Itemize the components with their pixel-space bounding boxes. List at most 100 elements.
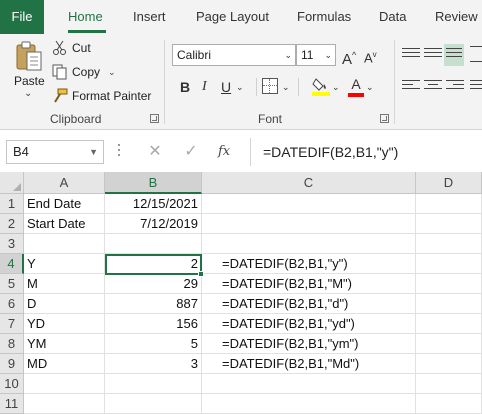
cell-a3[interactable] bbox=[24, 234, 105, 254]
tab-formulas[interactable]: Formulas bbox=[297, 0, 351, 34]
select-all-button[interactable] bbox=[0, 172, 24, 194]
increase-font-size-button[interactable]: A^ bbox=[342, 44, 356, 68]
underline-dropdown-icon[interactable]: ⌄ bbox=[236, 76, 244, 98]
indent-icon[interactable] bbox=[470, 80, 482, 96]
font-color-dropdown-icon[interactable]: ⌄ bbox=[366, 76, 374, 98]
cell-d3[interactable] bbox=[416, 234, 482, 254]
bold-button[interactable]: B bbox=[180, 76, 190, 98]
paste-dropdown-icon[interactable]: ⌄ bbox=[24, 88, 32, 99]
tab-review[interactable]: Review bbox=[435, 0, 478, 34]
cell-a2[interactable]: Start Date bbox=[24, 214, 105, 234]
cell-d8[interactable] bbox=[416, 334, 482, 354]
cell-c7[interactable]: =DATEDIF(B2,B1,"yd") bbox=[202, 314, 416, 334]
paste-button[interactable]: Paste bbox=[14, 74, 45, 88]
column-header-c[interactable]: C bbox=[202, 172, 416, 194]
cut-button[interactable]: Cut bbox=[52, 38, 91, 58]
font-color-button[interactable]: A bbox=[348, 76, 364, 98]
fill-handle[interactable] bbox=[198, 271, 204, 277]
copy-dropdown-icon[interactable]: ⌄ bbox=[108, 67, 116, 78]
cell-c9[interactable]: =DATEDIF(B2,B1,"Md") bbox=[202, 354, 416, 374]
cell-b10[interactable] bbox=[105, 374, 202, 394]
cancel-icon[interactable]: ✕ bbox=[144, 140, 166, 164]
cell-b11[interactable] bbox=[105, 394, 202, 414]
decrease-font-size-button[interactable]: Av bbox=[364, 44, 377, 66]
cell-b9[interactable]: 3 bbox=[105, 354, 202, 374]
row-header[interactable]: 4 bbox=[0, 254, 24, 274]
cell-c8[interactable]: =DATEDIF(B2,B1,"ym") bbox=[202, 334, 416, 354]
cell-b1[interactable]: 12/15/2021 bbox=[105, 194, 202, 214]
cell-a1[interactable]: End Date bbox=[24, 194, 105, 214]
cell-d9[interactable] bbox=[416, 354, 482, 374]
tab-page-layout[interactable]: Page Layout bbox=[196, 0, 269, 34]
cell-c5[interactable]: =DATEDIF(B2,B1,"M") bbox=[202, 274, 416, 294]
cell-c3[interactable] bbox=[202, 234, 416, 254]
row-header[interactable]: 3 bbox=[0, 234, 24, 254]
row-header[interactable]: 5 bbox=[0, 274, 24, 294]
tab-file[interactable]: File bbox=[0, 0, 44, 34]
cell-b8[interactable]: 5 bbox=[105, 334, 202, 354]
underline-button[interactable]: U bbox=[221, 76, 231, 98]
font-size-select[interactable]: 11 ⌄ bbox=[296, 44, 336, 66]
font-name-select[interactable]: Calibri ⌄ bbox=[172, 44, 296, 66]
copy-button[interactable]: Copy ⌄ bbox=[52, 62, 116, 82]
cell-c4[interactable]: =DATEDIF(B2,B1,"y") bbox=[202, 254, 416, 274]
row-header[interactable]: 7 bbox=[0, 314, 24, 334]
align-bottom-icon[interactable] bbox=[444, 44, 464, 66]
enter-icon[interactable]: ✓ bbox=[180, 140, 202, 164]
cell-a5[interactable]: M bbox=[24, 274, 105, 294]
cell-a11[interactable] bbox=[24, 394, 105, 414]
row-header[interactable]: 10 bbox=[0, 374, 24, 394]
worksheet-grid[interactable]: A B C D 1 End Date 12/15/2021 2 Start Date 7/… bbox=[0, 172, 482, 414]
cell-a8[interactable]: YM bbox=[24, 334, 105, 354]
align-middle-icon[interactable] bbox=[424, 48, 442, 64]
row-header[interactable]: 2 bbox=[0, 214, 24, 234]
align-left-icon[interactable] bbox=[402, 80, 420, 96]
cell-d7[interactable] bbox=[416, 314, 482, 334]
cell-a10[interactable] bbox=[24, 374, 105, 394]
italic-button[interactable]: I bbox=[202, 76, 207, 98]
cell-b7[interactable]: 156 bbox=[105, 314, 202, 334]
cell-b2[interactable]: 7/12/2019 bbox=[105, 214, 202, 234]
cell-d6[interactable] bbox=[416, 294, 482, 314]
cell-d10[interactable] bbox=[416, 374, 482, 394]
row-header[interactable]: 9 bbox=[0, 354, 24, 374]
cell-b5[interactable]: 29 bbox=[105, 274, 202, 294]
name-box[interactable]: B4 ▼ bbox=[6, 140, 104, 164]
borders-icon[interactable] bbox=[262, 78, 278, 94]
cell-c2[interactable] bbox=[202, 214, 416, 234]
cell-d5[interactable] bbox=[416, 274, 482, 294]
paste-icon[interactable] bbox=[14, 40, 44, 72]
row-header[interactable]: 6 bbox=[0, 294, 24, 314]
clipboard-launcher-icon[interactable] bbox=[150, 114, 159, 123]
cell-b6[interactable]: 887 bbox=[105, 294, 202, 314]
align-right-icon[interactable] bbox=[446, 80, 464, 96]
cell-d2[interactable] bbox=[416, 214, 482, 234]
align-top-icon[interactable] bbox=[402, 48, 420, 64]
cell-d1[interactable] bbox=[416, 194, 482, 214]
column-header-d[interactable]: D bbox=[416, 172, 482, 194]
fill-color-button[interactable] bbox=[312, 76, 330, 96]
row-header[interactable]: 11 bbox=[0, 394, 24, 414]
column-header-a[interactable]: A bbox=[24, 172, 105, 194]
cell-d11[interactable] bbox=[416, 394, 482, 414]
tab-data[interactable]: Data bbox=[379, 0, 406, 34]
tab-insert[interactable]: Insert bbox=[133, 0, 166, 34]
row-header[interactable]: 1 bbox=[0, 194, 24, 214]
wrap-text-icon[interactable] bbox=[470, 46, 482, 62]
resize-handle[interactable] bbox=[118, 144, 121, 160]
cell-c6[interactable]: =DATEDIF(B2,B1,"d") bbox=[202, 294, 416, 314]
cell-c10[interactable] bbox=[202, 374, 416, 394]
cell-a9[interactable]: MD bbox=[24, 354, 105, 374]
cell-d4[interactable] bbox=[416, 254, 482, 274]
formula-input[interactable]: =DATEDIF(B2,B1,"y") bbox=[250, 138, 482, 166]
cell-c11[interactable] bbox=[202, 394, 416, 414]
cell-b3[interactable] bbox=[105, 234, 202, 254]
column-header-b[interactable]: B bbox=[105, 172, 202, 194]
cell-a6[interactable]: D bbox=[24, 294, 105, 314]
format-painter-button[interactable]: Format Painter bbox=[52, 86, 151, 106]
cell-c1[interactable] bbox=[202, 194, 416, 214]
cell-a4[interactable]: Y bbox=[24, 254, 105, 274]
align-center-icon[interactable] bbox=[424, 80, 442, 96]
fill-color-dropdown-icon[interactable]: ⌄ bbox=[332, 76, 340, 98]
borders-dropdown-icon[interactable]: ⌄ bbox=[282, 76, 290, 98]
